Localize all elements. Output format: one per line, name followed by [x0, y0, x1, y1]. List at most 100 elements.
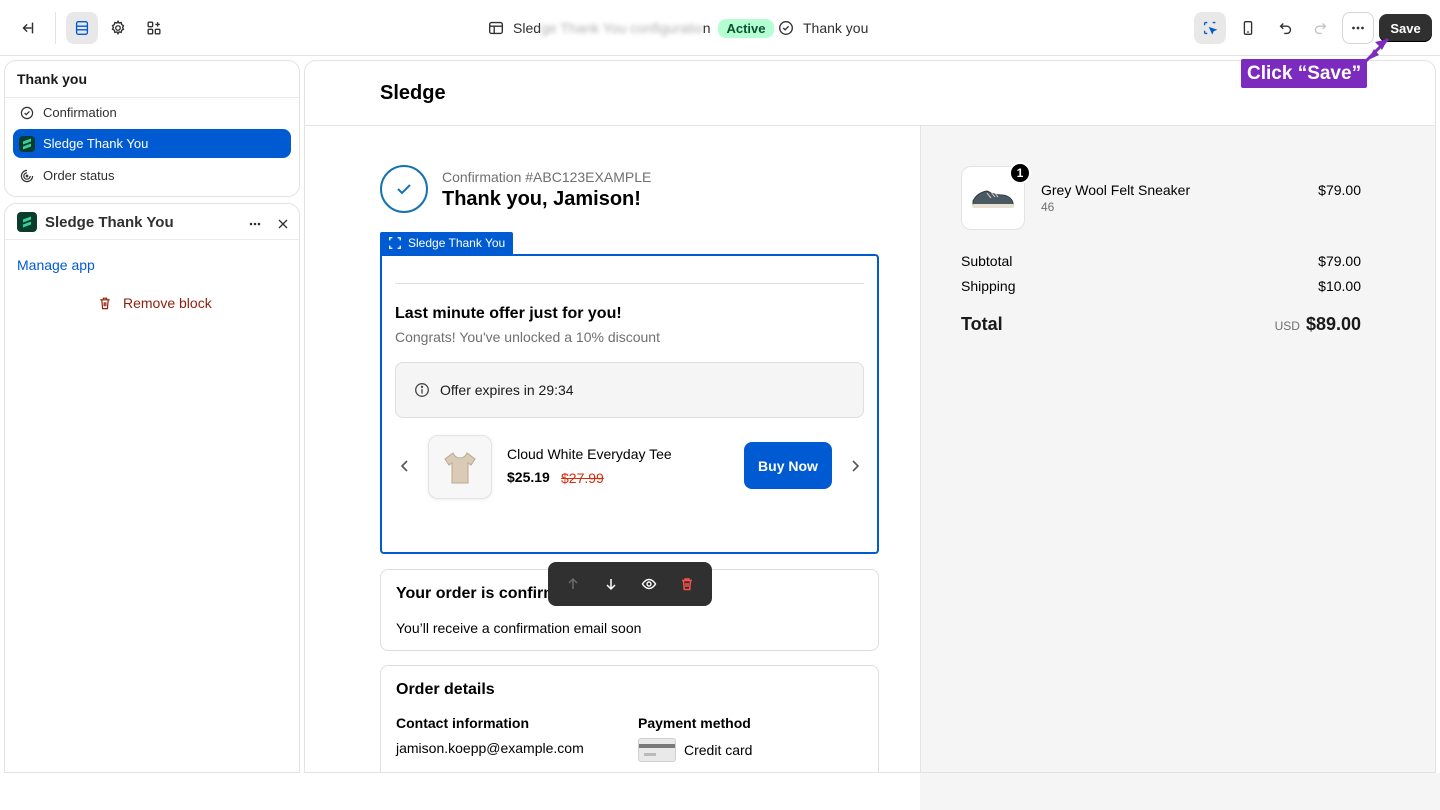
store-selector[interactable]: Sled ge Thank You configuratio n Active — [487, 16, 774, 40]
exit-icon — [22, 22, 34, 34]
undo-icon — [1279, 23, 1292, 35]
delete-block-button[interactable] — [673, 570, 701, 598]
buy-now-button[interactable]: Buy Now — [744, 442, 832, 489]
block-select-icon — [389, 237, 401, 249]
exit-button[interactable] — [12, 12, 44, 44]
store-name-blurred: ge Thank You configuratio — [541, 20, 703, 36]
section-item-label: Confirmation — [43, 105, 117, 120]
gear-icon — [111, 19, 125, 35]
subtotal-row: Subtotal $79.00 — [961, 253, 1361, 269]
toggle-visibility-button[interactable] — [635, 570, 663, 598]
status-badge: Active — [718, 18, 774, 38]
total-value: $89.00 — [1305, 314, 1361, 334]
payment-method-label: Payment method — [638, 715, 751, 731]
top-bar: Sled ge Thank You configuratio n Active Th… — [0, 0, 1440, 56]
offer-price: $25.19 — [507, 469, 550, 485]
sections-button[interactable] — [66, 12, 98, 44]
section-item-sledge-thank-you[interactable]: Sledge Thank You — [13, 129, 291, 158]
settings-button[interactable] — [102, 12, 134, 44]
sledge-app-icon — [19, 135, 35, 152]
apps-button[interactable] — [138, 12, 170, 44]
close-button[interactable] — [271, 212, 295, 236]
sledge-offer-block[interactable]: Last minute offer just for you! Congrats… — [380, 254, 879, 554]
summary-product-variant: 46 — [1041, 200, 1055, 214]
quantity-badge: 1 — [1009, 162, 1031, 184]
contact-info-label: Contact information — [396, 715, 529, 731]
select-cursor-icon — [1203, 21, 1218, 35]
currency-code: USD — [1274, 319, 1300, 333]
section-item-confirmation[interactable]: Confirmation — [13, 98, 291, 127]
block-toolbar — [548, 562, 712, 606]
block-tag[interactable]: Sledge Thank You — [380, 232, 514, 254]
checkout-preview: Sledge Confirmation #ABC123EXAMPLE Thank… — [304, 60, 1436, 773]
total-label: Total — [961, 314, 1003, 334]
block-tag-label: Sledge Thank You — [408, 236, 506, 250]
remove-block-button[interactable]: Remove block — [97, 295, 212, 311]
sledge-app-icon — [17, 212, 37, 232]
remove-block-label: Remove block — [123, 295, 212, 311]
check-circle-icon — [779, 21, 793, 35]
shipping-row: Shipping $10.00 — [961, 278, 1361, 294]
shipping-value: $10.00 — [1318, 278, 1361, 294]
offer-product-name: Cloud White Everyday Tee — [507, 446, 672, 462]
store-name-suffix: n — [702, 20, 711, 36]
sections-icon — [75, 21, 89, 35]
tshirt-icon — [444, 452, 476, 484]
inspector-button[interactable] — [1194, 12, 1226, 44]
carousel-prev-button[interactable] — [395, 456, 415, 476]
offer-expiry-text: Offer expires in 29:34 — [440, 382, 574, 398]
mobile-icon — [1243, 21, 1253, 35]
apps-icon — [147, 21, 161, 35]
chevron-right-icon — [852, 460, 860, 472]
trash-icon — [682, 578, 692, 591]
summary-background — [920, 773, 1440, 810]
block-settings-panel: Sledge Thank You Manage app Remove block — [4, 203, 300, 773]
arrow-up-icon — [568, 577, 578, 589]
section-item-order-status[interactable]: Order status — [13, 161, 291, 190]
divider — [395, 283, 864, 284]
confirmation-number: Confirmation #ABC123EXAMPLE — [442, 169, 652, 185]
thank-you-heading: Thank you, Jamison! — [442, 188, 641, 210]
block-more-button[interactable] — [243, 212, 267, 236]
offer-expiry-banner: Offer expires in 29:34 — [395, 362, 864, 418]
check-circle-icon — [20, 106, 34, 119]
undo-button[interactable] — [1270, 12, 1302, 44]
order-confirmed-text: You’ll receive a confirmation email soon — [396, 620, 642, 636]
chevron-left-icon — [400, 460, 408, 472]
move-up-button[interactable] — [559, 570, 587, 598]
credit-card-icon — [638, 738, 676, 762]
manage-app-link[interactable]: Manage app — [17, 257, 95, 273]
contact-email: jamison.koepp@example.com — [396, 740, 584, 756]
summary-product-price: $79.00 — [1318, 182, 1361, 198]
sneaker-icon — [972, 190, 1014, 208]
offer-title: Last minute offer just for you! — [395, 305, 622, 322]
store-name-prefix: Sled — [513, 20, 542, 36]
summary-product-name: Grey Wool Felt Sneaker — [1041, 182, 1191, 198]
subtotal-label: Subtotal — [961, 253, 1013, 269]
more-horizontal-icon — [1352, 26, 1364, 30]
order-details-title: Order details — [396, 681, 495, 698]
redo-button[interactable] — [1304, 12, 1336, 44]
click-save-callout: Click “Save” — [1241, 59, 1368, 88]
order-details-card: Order details Contact information jamiso… — [380, 665, 879, 772]
order-status-icon — [20, 169, 34, 182]
more-horizontal-icon — [249, 222, 261, 226]
mobile-preview-button[interactable] — [1232, 12, 1264, 44]
carousel-next-button[interactable] — [845, 456, 865, 476]
shipping-label: Shipping — [961, 278, 1016, 294]
eye-icon — [641, 578, 657, 590]
divider — [55, 12, 56, 44]
block-settings-title: Sledge Thank You — [17, 212, 174, 232]
sections-panel: Thank you Confirmation Sledge Thank You … — [4, 60, 300, 197]
trash-icon — [100, 297, 110, 310]
page-selector[interactable]: Thank you — [777, 16, 868, 40]
move-down-button[interactable] — [597, 570, 625, 598]
order-summary: 1 Grey Wool Felt Sneaker 46 $79.00 Subto… — [920, 126, 1435, 772]
product-image — [428, 435, 492, 499]
confirmation-check-icon — [380, 165, 428, 213]
store-icon — [489, 21, 503, 35]
offer-subtitle: Congrats! You've unlocked a 10% discount — [395, 329, 660, 345]
section-title: Thank you — [17, 71, 88, 87]
total-row: Total USD $89.00 — [961, 314, 1361, 335]
close-icon — [278, 219, 288, 229]
